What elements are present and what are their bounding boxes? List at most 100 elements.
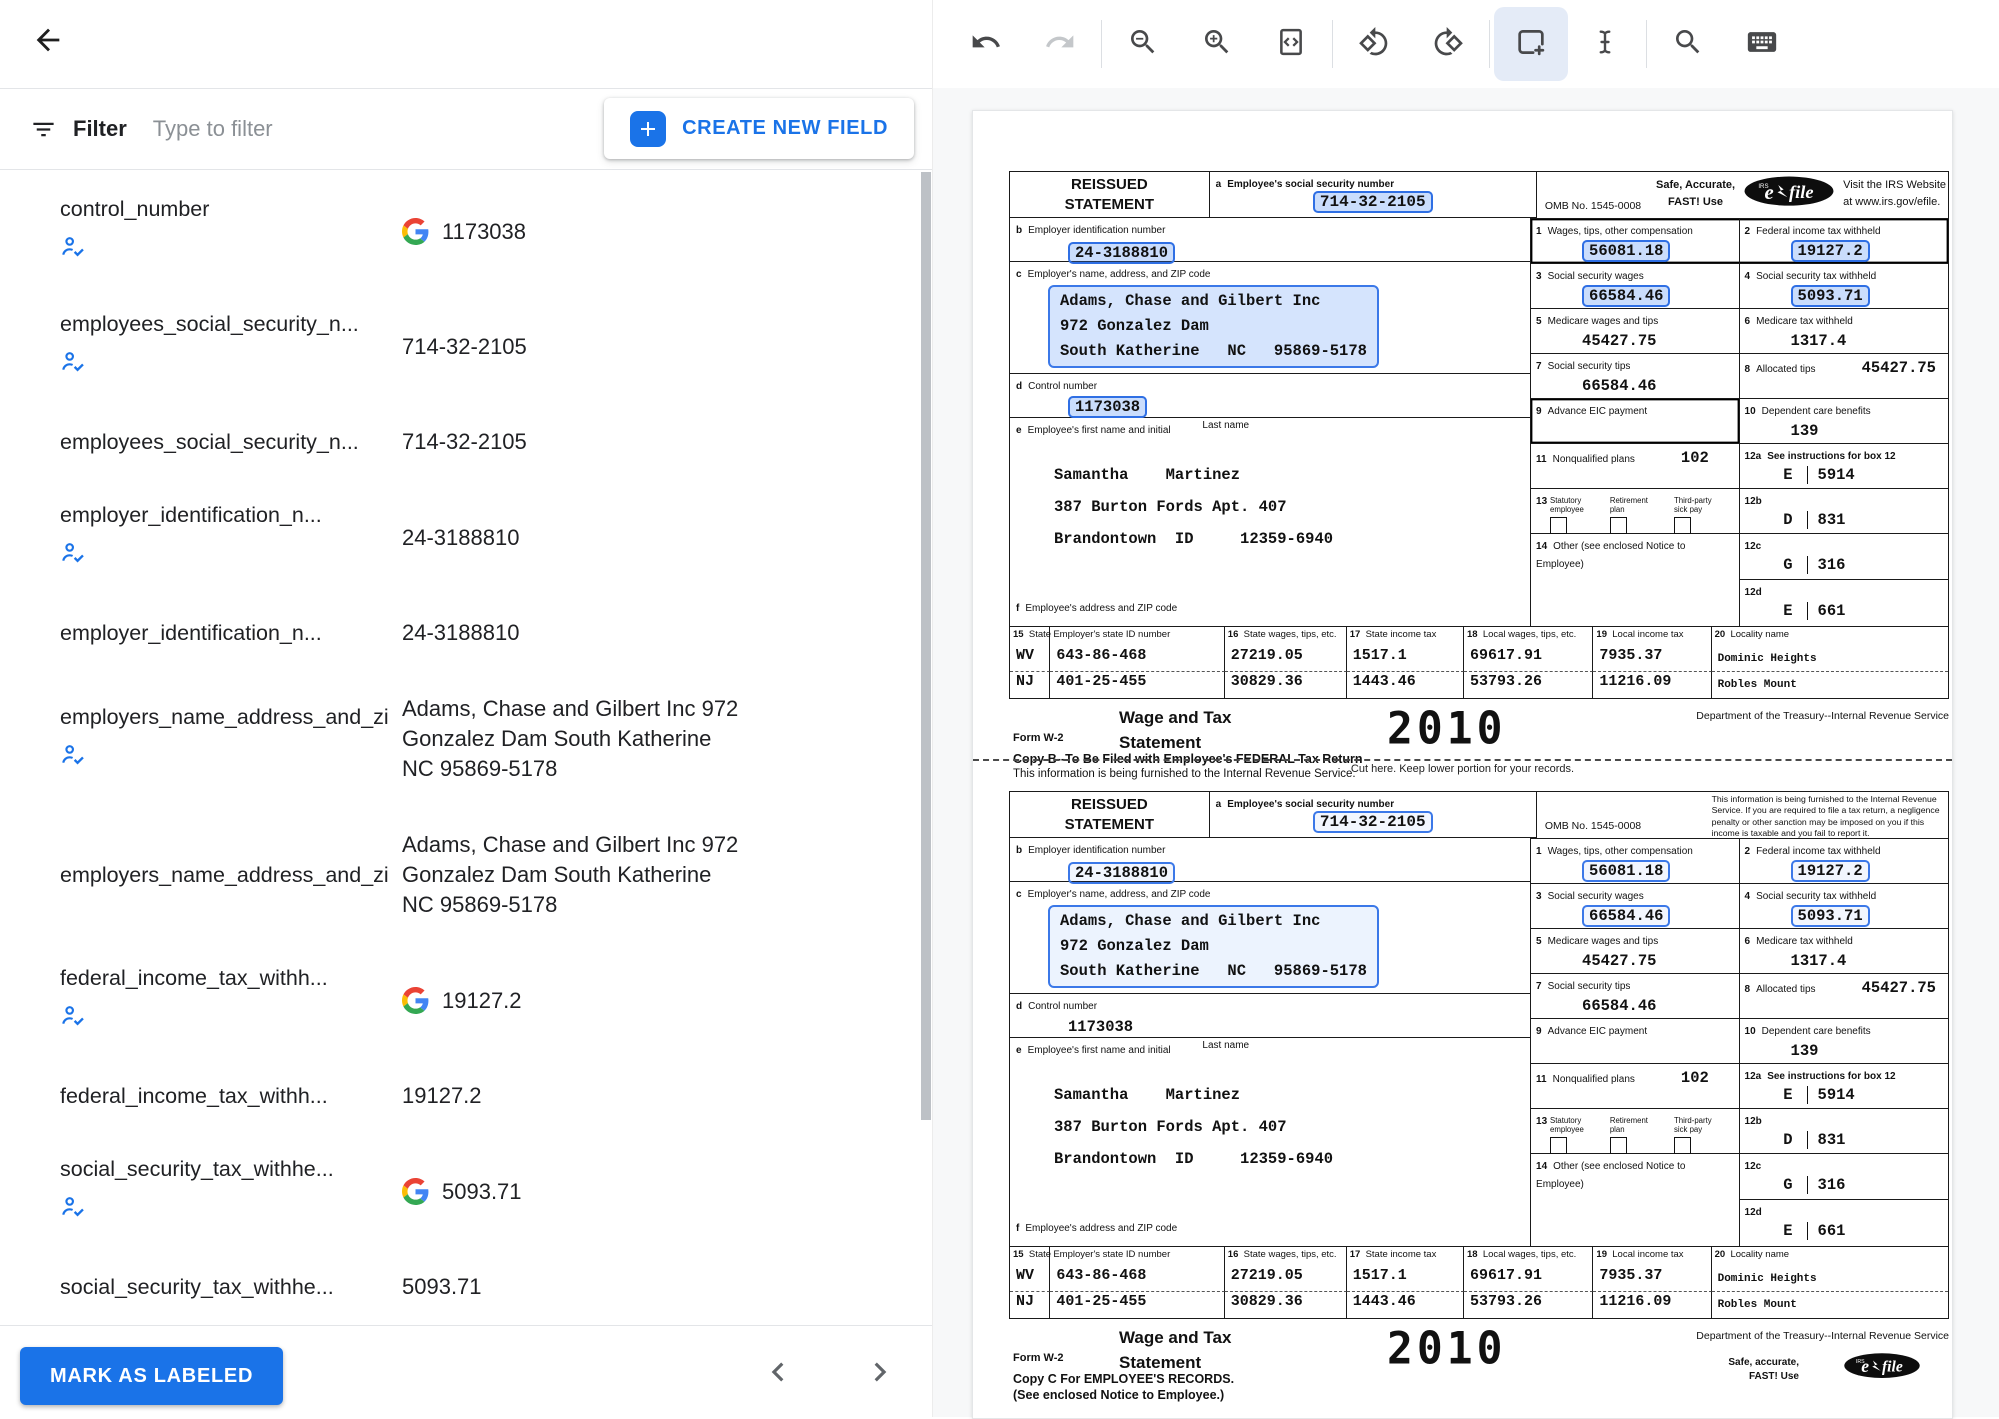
- w2-box-e-employee: eEmployee's first name and initialLast n…: [1010, 1038, 1530, 1216]
- w2-box-4: 4Social security tax withheld5093.71: [1740, 264, 1948, 308]
- labeled-value[interactable]: 56081.18: [1582, 240, 1670, 262]
- field-row[interactable]: employers_name_address_and_zi...Adams, C…: [0, 671, 932, 807]
- text-select-icon: [1589, 26, 1621, 63]
- zoom-out-button[interactable]: [1106, 7, 1180, 81]
- create-new-field-button[interactable]: CREATE NEW FIELD: [604, 98, 914, 159]
- labeled-value[interactable]: 19127.2: [1791, 860, 1870, 882]
- mark-as-labeled-button[interactable]: MARK AS LABELED: [20, 1347, 283, 1405]
- labeled-value[interactable]: 1173038: [1068, 396, 1147, 418]
- w2-box-11: 11Nonqualified plans102: [1531, 1064, 1739, 1108]
- w2-box-12d: 12dE661: [1740, 580, 1948, 626]
- search-button[interactable]: [1651, 7, 1725, 81]
- labeled-value[interactable]: 66584.46: [1582, 905, 1670, 927]
- field-row[interactable]: social_security_tax_withhe...5093.71: [0, 1249, 932, 1325]
- copy-designation-line2: (See enclosed Notice to Employee.): [1013, 1388, 1224, 1402]
- labeled-value[interactable]: 24-3188810: [1068, 862, 1175, 884]
- document-toolbar: [933, 0, 1999, 88]
- checkbox[interactable]: [1610, 517, 1627, 534]
- labeled-person-check-icon: [60, 349, 87, 376]
- field-row[interactable]: federal_income_tax_withh...19127.2: [0, 943, 932, 1058]
- irs-efile-logo: IRSefile: [1843, 1352, 1921, 1384]
- field-list-scrollbar[interactable]: [921, 172, 931, 1120]
- field-row[interactable]: employees_social_security_n...714-32-210…: [0, 289, 932, 404]
- arrow-back-icon: [31, 23, 65, 62]
- filter-input[interactable]: [151, 115, 455, 143]
- keyboard-shortcuts-button[interactable]: [1725, 7, 1799, 81]
- google-g-icon: [402, 1178, 429, 1205]
- w2-box-10: 10Dependent care benefits139: [1740, 399, 1948, 443]
- toolbar-separator: [1101, 20, 1102, 68]
- rotate-right-button[interactable]: [1411, 7, 1485, 81]
- next-page-button[interactable]: [858, 1350, 902, 1394]
- cut-note: Cut here. Keep lower portion for your re…: [973, 763, 1952, 775]
- form-title: Wage and TaxStatement: [1119, 706, 1231, 755]
- w2-form-copy-c: REISSUEDSTATEMENTaEmployee's social secu…: [1009, 791, 1949, 1388]
- labeled-value[interactable]: 714-32-2105: [1313, 811, 1433, 833]
- labeled-value[interactable]: 714-32-2105: [1313, 191, 1433, 213]
- w2-box-3: 3Social security wages66584.46: [1531, 884, 1739, 928]
- previous-page-button[interactable]: [756, 1350, 800, 1394]
- form-w2-label: Form W-2: [1013, 1352, 1064, 1364]
- field-value: 714-32-2105: [402, 427, 527, 457]
- w2-box-13: 13StatutoryemployeeRetirementplanThird-p…: [1531, 489, 1739, 533]
- efile-promo: Safe, Accurate,FAST! UseIRSefileVisit th…: [1656, 175, 1946, 212]
- filter-label: Filter: [73, 116, 127, 142]
- labeled-value[interactable]: 56081.18: [1582, 860, 1670, 882]
- labeled-value[interactable]: 19127.2: [1791, 240, 1870, 262]
- labeled-value[interactable]: 5093.71: [1791, 285, 1870, 307]
- undo-button[interactable]: [949, 7, 1023, 81]
- labeled-value[interactable]: 5093.71: [1791, 905, 1870, 927]
- w2-form-copy-b: REISSUEDSTATEMENTaEmployee's social secu…: [1009, 171, 1949, 768]
- zoom-in-button[interactable]: [1180, 7, 1254, 81]
- checkbox[interactable]: [1610, 1137, 1627, 1154]
- w2-box-f-address-label: fEmployee's address and ZIP code: [1010, 1216, 1530, 1238]
- rotate-left-button[interactable]: [1337, 7, 1411, 81]
- w2-box-12c: 12cG316: [1740, 1154, 1948, 1200]
- checkbox[interactable]: [1674, 517, 1691, 534]
- field-row[interactable]: employees_social_security_n...714-32-210…: [0, 404, 932, 480]
- w2-box-4: 4Social security tax withheld5093.71: [1740, 884, 1948, 928]
- fit-page-button[interactable]: [1254, 7, 1328, 81]
- w2-state-table: 15 StateEmployer's state ID number16 Sta…: [1010, 626, 1948, 698]
- field-name: employer_identification_n...: [60, 503, 390, 528]
- labeled-value[interactable]: Adams, Chase and Gilbert Inc972 Gonzalez…: [1048, 285, 1379, 368]
- w2-box-11: 11Nonqualified plans102: [1531, 444, 1739, 488]
- field-row[interactable]: social_security_tax_withhe...5093.71: [0, 1134, 932, 1249]
- add-bounding-box-icon: [1514, 25, 1548, 64]
- field-row[interactable]: control_number 1173038: [0, 174, 932, 289]
- labeled-value[interactable]: 66584.46: [1582, 285, 1670, 307]
- w2-box-5: 5Medicare wages and tips45427.75: [1531, 929, 1739, 973]
- form-year: 2010: [1387, 703, 1507, 755]
- irs-notice-text: This information is being furnished to t…: [1712, 794, 1946, 840]
- w2-state-table: 15 StateEmployer's state ID number16 Sta…: [1010, 1246, 1948, 1318]
- field-row[interactable]: employer_identification_n...24-3188810: [0, 595, 932, 671]
- labeled-value[interactable]: 24-3188810: [1068, 242, 1175, 264]
- w2-box-1: 1Wages, tips, other compensation56081.18: [1531, 839, 1739, 883]
- field-row[interactable]: employer_identification_n...24-3188810: [0, 480, 932, 595]
- field-name: control_number: [60, 197, 390, 222]
- field-panel: Filter CREATE NEW FIELD control_number 11…: [0, 0, 932, 1417]
- field-value: 19127.2: [442, 986, 522, 1016]
- w2-box-5: 5Medicare wages and tips45427.75: [1531, 309, 1739, 353]
- w2-box-a-ssn: aEmployee's social security number714-32…: [1210, 172, 1537, 218]
- omb-number: OMB No. 1545-0008: [1545, 820, 1641, 832]
- field-row[interactable]: employers_name_address_and_zi...Adams, C…: [0, 807, 932, 943]
- checkbox[interactable]: [1550, 1137, 1567, 1154]
- google-g-icon: [402, 218, 429, 245]
- back-button[interactable]: [24, 18, 72, 66]
- field-value: Adams, Chase and Gilbert Inc 972 Gonzale…: [402, 830, 747, 920]
- checkbox[interactable]: [1674, 1137, 1691, 1154]
- w2-footer: Form W-2Wage and TaxStatement2010Departm…: [1009, 1324, 1949, 1388]
- w2-table: REISSUEDSTATEMENTaEmployee's social secu…: [1009, 791, 1949, 1319]
- redo-button[interactable]: [1023, 7, 1097, 81]
- svg-text:file: file: [1882, 1358, 1903, 1375]
- document-panel: REISSUEDSTATEMENTaEmployee's social secu…: [932, 0, 1999, 1417]
- field-value: 1173038: [442, 217, 526, 247]
- add-bounding-box-button[interactable]: [1494, 7, 1568, 81]
- labeled-value[interactable]: Adams, Chase and Gilbert Inc972 Gonzalez…: [1048, 905, 1379, 988]
- text-select-button[interactable]: [1568, 7, 1642, 81]
- document-viewport[interactable]: REISSUEDSTATEMENTaEmployee's social secu…: [933, 88, 1999, 1417]
- checkbox[interactable]: [1550, 517, 1567, 534]
- field-row[interactable]: federal_income_tax_withh...19127.2: [0, 1058, 932, 1134]
- toolbar-separator: [1646, 20, 1647, 68]
